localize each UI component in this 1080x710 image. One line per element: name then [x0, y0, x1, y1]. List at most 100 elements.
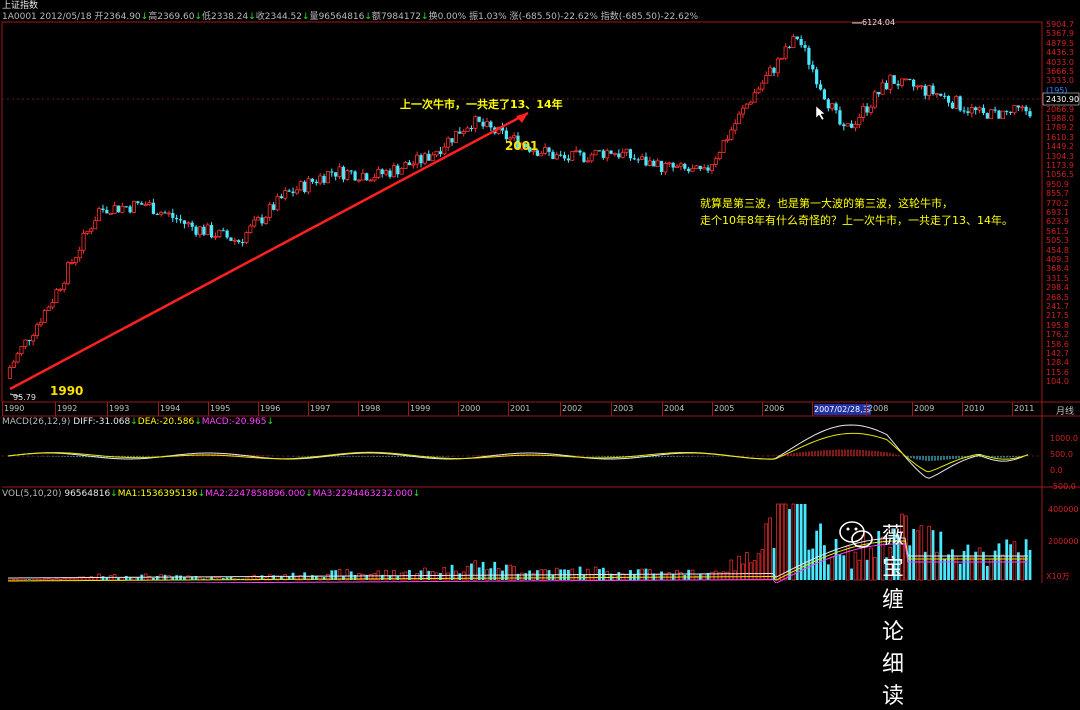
candle-body — [218, 230, 221, 236]
candle-body — [233, 240, 236, 241]
volume-bar — [330, 570, 333, 580]
candle-body — [245, 233, 248, 243]
x-tick: 1999 — [410, 404, 430, 413]
price-tick: 1304.3 — [1046, 152, 1074, 161]
candle-body — [284, 191, 287, 199]
candle-body — [202, 227, 205, 235]
price-tick: 5904.7 — [1046, 20, 1074, 29]
candle-body — [513, 136, 516, 138]
candle-body — [807, 48, 810, 65]
candle-body — [357, 180, 360, 181]
candle-body — [66, 263, 69, 284]
volume-bar — [959, 564, 962, 580]
candle-body — [567, 158, 570, 160]
candle-body — [136, 201, 139, 203]
x-tick: 1996 — [260, 404, 280, 413]
price-tick: 4033.0 — [1046, 58, 1074, 67]
candle-body — [920, 86, 923, 87]
candle-body — [850, 124, 853, 128]
candle-body — [334, 172, 337, 176]
volume-bar — [742, 564, 745, 580]
candle-body — [268, 204, 271, 217]
x-tick-mark — [208, 402, 209, 416]
x-tick-mark — [2, 402, 3, 416]
volume-bar — [819, 524, 822, 580]
candle-body — [39, 322, 42, 325]
price-tick: 770.2 — [1046, 199, 1069, 208]
volume-tick: 400000 — [1048, 505, 1079, 514]
candle-body — [431, 155, 434, 161]
candle-body — [970, 107, 973, 113]
candle-body — [303, 182, 306, 192]
candle-body — [319, 176, 322, 183]
candle-body — [586, 161, 589, 162]
candle-body — [408, 162, 411, 165]
volume-bar — [951, 549, 954, 580]
x-tick: 1993 — [109, 404, 129, 413]
candle-body — [811, 65, 814, 70]
candle-body — [443, 147, 446, 154]
volume-header: VOL(5,10,20) 96564816↓MA1:1536395136↓MA2… — [2, 489, 420, 500]
candle-body — [400, 168, 403, 174]
candle-body — [342, 167, 345, 179]
price-tick: 4879.5 — [1046, 39, 1074, 48]
x-tick: 2009 — [914, 404, 934, 413]
volume-bar — [1005, 539, 1008, 580]
candle-body — [590, 155, 593, 161]
volume-bar — [947, 554, 950, 580]
price-tick: 2066.9 — [1046, 105, 1074, 114]
candle-body — [951, 103, 954, 109]
x-tick-mark — [712, 402, 713, 416]
candle-body — [788, 47, 791, 48]
x-tick-mark — [308, 402, 309, 416]
x-tick: 2011 — [1014, 404, 1034, 413]
candle-body — [392, 166, 395, 177]
x-tick-mark — [560, 402, 561, 416]
volume-label: VOL(5,10,20) — [2, 489, 61, 499]
candle-body — [74, 258, 77, 263]
period-label[interactable]: 月线 — [1056, 404, 1074, 417]
candle-body — [675, 166, 678, 167]
candle-body — [388, 171, 391, 177]
candle-body — [249, 226, 252, 233]
candle-body — [772, 68, 775, 73]
volume-bar — [757, 554, 760, 580]
volume-bar — [74, 579, 77, 580]
candle-body — [458, 132, 461, 134]
candle-body — [113, 206, 116, 214]
x-tick-mark — [866, 402, 867, 416]
volume-ma1-line — [8, 538, 1028, 578]
candle-body — [800, 39, 803, 45]
volume-bar — [43, 579, 46, 580]
candle-body — [555, 155, 558, 159]
x-tick-mark — [107, 402, 108, 416]
candle-body — [82, 233, 85, 250]
x-tick: 2005 — [714, 404, 734, 413]
candle-body — [563, 155, 566, 158]
volume-bar — [125, 576, 128, 580]
price-tick: 561.5 — [1046, 227, 1069, 236]
volume-bar — [102, 576, 105, 580]
candle-body — [897, 84, 900, 86]
candle-body — [594, 150, 597, 154]
wechat-icon — [838, 520, 874, 550]
candle-body — [474, 117, 477, 129]
candle-body — [280, 196, 283, 198]
volume-bar — [602, 568, 605, 580]
candle-body — [132, 201, 135, 212]
volume-bar — [784, 504, 787, 580]
candle-body — [575, 151, 578, 152]
price-tick: 142.7 — [1046, 349, 1069, 358]
candle-body — [966, 111, 969, 113]
candle-body — [819, 84, 822, 89]
candle-body — [253, 220, 256, 226]
candle-body — [86, 231, 89, 233]
x-tick-mark — [358, 402, 359, 416]
candle-body — [478, 117, 481, 122]
x-tick-mark — [812, 402, 813, 416]
candle-body — [257, 217, 260, 220]
volume-bar — [722, 572, 725, 580]
x-tick: 2006 — [764, 404, 784, 413]
volume-bar — [660, 572, 663, 580]
candle-body — [435, 151, 438, 155]
